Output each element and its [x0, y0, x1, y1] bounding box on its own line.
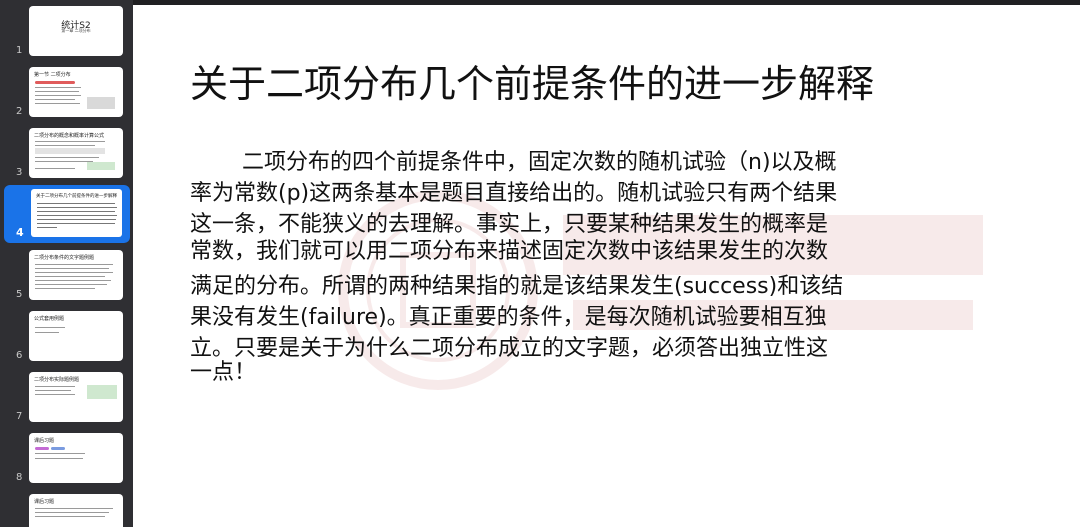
thumbnail-preview: 二项分布条件的文字题例题: [29, 250, 123, 300]
slide-thumbnail-panel[interactable]: 统计S2 第一章 二项分布 1 第一节 二项分布 2 二项分布的概念和概率计算公…: [0, 0, 133, 527]
body-line: 二项分布的四个前提条件中，固定次数的随机试验（n)以及概: [242, 150, 837, 175]
slide-number: 8: [16, 472, 23, 483]
thumbnail-preview: 二项分布的概念和概率计算公式: [29, 128, 123, 178]
slide-title[interactable]: 关于二项分布几个前提条件的进一步解释: [190, 53, 874, 108]
thumbnail-title: 关于二项分布几个前提条件的进一步解释: [36, 194, 117, 199]
thumbnail-title: 二项分布的概念和概率计算公式: [34, 133, 105, 139]
slide-thumbnail-3[interactable]: 二项分布的概念和概率计算公式 3: [4, 126, 130, 182]
slide-thumbnail-4[interactable]: 关于二项分布几个前提条件的进一步解释 4: [4, 185, 130, 243]
body-line: 一点！: [190, 360, 257, 385]
slide-thumbnail-6[interactable]: 公式套用例题 6: [4, 309, 130, 365]
slide-number: 1: [16, 45, 23, 56]
thumbnail-preview: 课后习题: [29, 494, 123, 527]
thumbnail-preview: 二项分布实际题例题: [29, 372, 123, 422]
thumbnail-title: 公式套用例题: [34, 316, 65, 322]
slide-thumbnail-5[interactable]: 二项分布条件的文字题例题 5: [4, 248, 130, 304]
thumbnail-title: 二项分布实际题例题: [34, 377, 80, 383]
thumbnail-title: 二项分布条件的文字题例题: [34, 255, 95, 261]
slide-number: 3: [16, 167, 23, 178]
thumbnail-title: 课后习题: [34, 438, 55, 444]
slide-body-overlap-text[interactable]: 常数，我们就可以用二项分布来描述固定次数中该结果发生的次数 一点！: [190, 237, 828, 388]
thumbnail-preview: 公式套用例题: [29, 311, 123, 361]
slide-thumbnail-9[interactable]: 课后习题 9: [4, 492, 130, 527]
thumbnail-preview: 第一节 二项分布: [29, 67, 123, 117]
body-line: 常数，我们就可以用二项分布来描述固定次数中该结果发生的次数: [190, 239, 829, 264]
body-line: 率为常数(p)这两条基本是题目直接给出的。随机试验只有两个结果: [190, 181, 838, 206]
slide-thumbnail-2[interactable]: 第一节 二项分布 2: [4, 65, 130, 121]
slide-number: 4: [16, 226, 24, 239]
body-line: 这一条，不能狭义的去理解。事实上，只要某种结果发生的概率是: [190, 212, 829, 237]
slide-thumbnail-7[interactable]: 二项分布实际题例题 7: [4, 370, 130, 426]
slide-number: 5: [16, 289, 23, 300]
slide-thumbnail-8[interactable]: 课后习题 8: [4, 431, 130, 487]
slide-number: 7: [16, 411, 23, 422]
thumbnail-subtitle: 第一章 二项分布: [61, 28, 91, 33]
thumbnail-highlight: [35, 81, 75, 84]
slide-thumbnail-1[interactable]: 统计S2 第一章 二项分布 1: [4, 4, 130, 60]
slide-number: 2: [16, 106, 23, 117]
thumbnail-title: 课后习题: [34, 499, 55, 505]
slide-number: 6: [16, 350, 23, 361]
thumbnail-preview: 关于二项分布几个前提条件的进一步解释: [31, 189, 122, 237]
slide-canvas[interactable]: 关于二项分布几个前提条件的进一步解释 二项分布的四个前提条件中，固定次数的随机试…: [133, 5, 1080, 527]
thumbnail-preview: 统计S2 第一章 二项分布: [29, 6, 123, 56]
thumbnail-title: 第一节 二项分布: [34, 72, 71, 78]
thumbnail-preview: 课后习题: [29, 433, 123, 483]
